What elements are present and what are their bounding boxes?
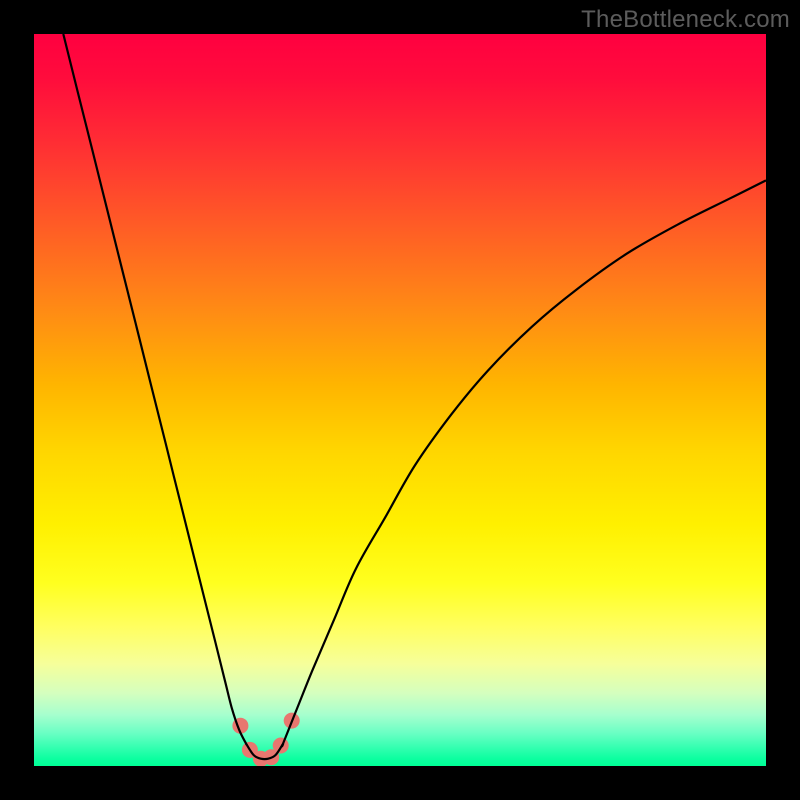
outer-frame: TheBottleneck.com (0, 0, 800, 800)
chart-svg (34, 34, 766, 766)
bottleneck-curve (63, 34, 766, 759)
watermark-text: TheBottleneck.com (581, 6, 790, 34)
highlight-dot (273, 738, 289, 754)
plot-area (34, 34, 766, 766)
